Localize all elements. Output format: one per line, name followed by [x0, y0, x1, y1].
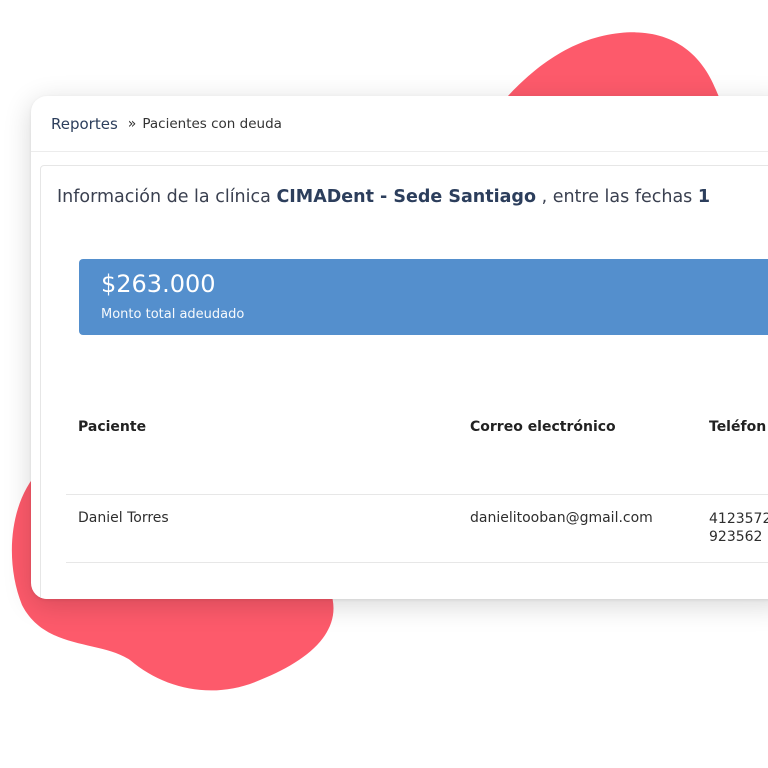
- breadcrumb-reportes-link[interactable]: Reportes: [51, 115, 118, 133]
- breadcrumb-separator: »: [127, 116, 137, 132]
- column-header-paciente[interactable]: Paciente: [78, 419, 146, 435]
- column-header-correo[interactable]: Correo electrónico: [470, 419, 616, 435]
- date-start: 1: [697, 187, 711, 207]
- total-debt-summary: $263.000 Monto total adeudado: [79, 259, 768, 335]
- clinic-name: CIMADent - Sede Santiago: [276, 187, 536, 207]
- table-row-correo: danielitooban@gmail.com: [470, 510, 653, 526]
- info-suffix: , entre las fechas: [541, 187, 693, 207]
- table-row-paciente: Daniel Torres: [78, 510, 169, 526]
- breadcrumb-current: Pacientes con deuda: [142, 116, 282, 132]
- total-debt-label: Monto total adeudado: [101, 307, 245, 322]
- report-card: Reportes » Pacientes con deuda Informaci…: [31, 96, 768, 599]
- header-divider: [31, 151, 768, 152]
- info-prefix: Información de la clínica: [57, 187, 271, 207]
- telefono-line-1: 4123572: [709, 511, 768, 527]
- total-debt-amount: $263.000: [101, 270, 216, 298]
- column-header-telefono[interactable]: Teléfon: [709, 419, 766, 435]
- telefono-line-2: 923562: [709, 529, 763, 545]
- table-header-divider: [66, 494, 768, 495]
- table-row-telefono: 4123572 923562: [709, 510, 768, 546]
- clinic-info-text: Información de la clínica CIMADent - Sed…: [57, 187, 710, 207]
- breadcrumb: Reportes » Pacientes con deuda: [51, 114, 282, 134]
- report-panel: [40, 165, 768, 599]
- table-row-divider: [66, 562, 768, 563]
